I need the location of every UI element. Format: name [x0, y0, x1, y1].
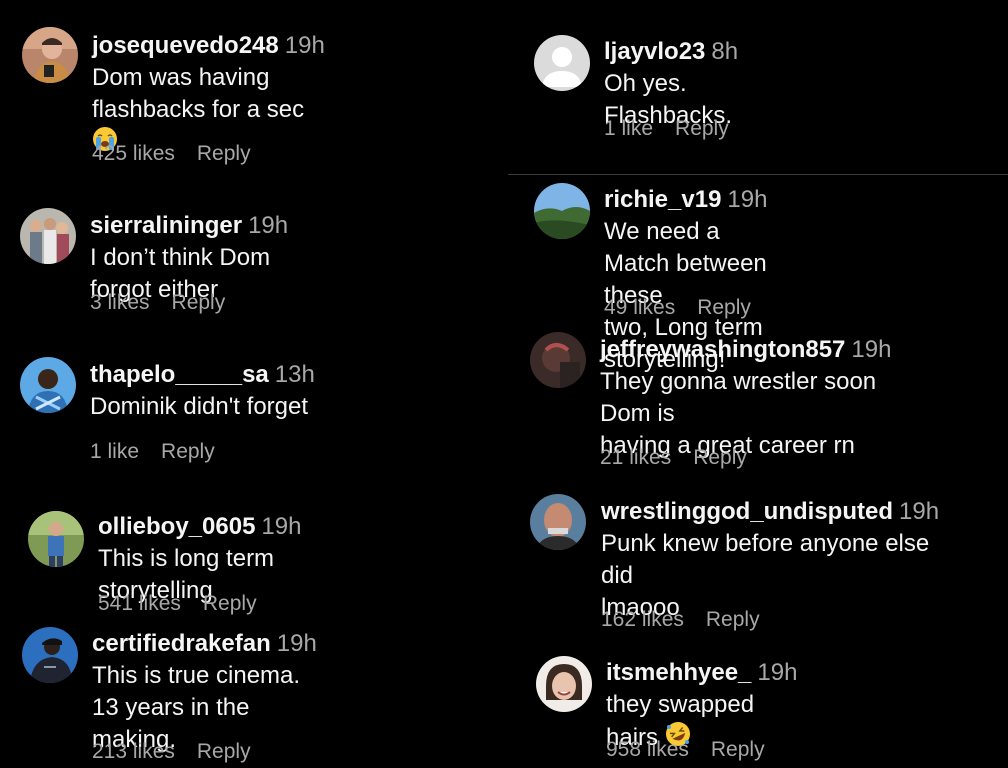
avatar[interactable] [536, 656, 592, 712]
avatar[interactable] [20, 208, 76, 264]
timestamp: 19h [276, 630, 317, 657]
reply-button[interactable]: Reply [675, 117, 729, 140]
avatar[interactable] [530, 332, 586, 388]
likes-count[interactable]: 541 likes [98, 592, 181, 615]
comment-text: Dom was having flashbacks for a sec [92, 64, 305, 123]
timestamp: 19h [284, 32, 325, 59]
avatar[interactable] [534, 183, 590, 239]
avatar[interactable] [20, 357, 76, 413]
username[interactable]: ollieboy_0605 [98, 513, 255, 540]
username[interactable]: wrestlinggod_undisputed [601, 498, 893, 525]
divider [508, 174, 1008, 175]
reply-button[interactable]: Reply [172, 291, 226, 314]
timestamp: 19h [261, 513, 302, 540]
comment-text: Punk knew before anyone else did [601, 530, 930, 589]
avatar[interactable] [28, 511, 84, 567]
username[interactable]: richie_v19 [604, 186, 721, 213]
reply-button[interactable]: Reply [203, 592, 257, 615]
reply-button[interactable]: Reply [697, 296, 751, 319]
username[interactable]: ljayvlo23 [604, 38, 705, 65]
timestamp: 19h [851, 336, 892, 363]
reply-button[interactable]: Reply [197, 740, 251, 763]
username[interactable]: thapelo_____sa [90, 361, 269, 388]
likes-count[interactable]: 49 likes [604, 296, 675, 319]
comment-text: They gonna wrestler soon Dom is [600, 368, 877, 427]
timestamp: 13h [274, 361, 315, 388]
username[interactable]: certifiedrakefan [92, 630, 271, 657]
reply-button[interactable]: Reply [161, 440, 215, 463]
avatar[interactable] [534, 35, 590, 91]
likes-count[interactable]: 21 likes [600, 446, 671, 469]
likes-count[interactable]: 1 like [604, 117, 653, 140]
likes-count[interactable]: 1 like [90, 440, 139, 463]
avatar[interactable] [530, 494, 586, 550]
timestamp: 19h [727, 186, 768, 213]
username[interactable]: sierralininger [90, 212, 242, 239]
comment-text: Dominik didn't forget [90, 393, 309, 420]
username[interactable]: jeffreywashington857 [600, 336, 845, 363]
reply-button[interactable]: Reply [693, 446, 747, 469]
reply-button[interactable]: Reply [706, 608, 760, 631]
timestamp: 19h [899, 498, 940, 525]
reply-button[interactable]: Reply [197, 142, 251, 165]
likes-count[interactable]: 958 likes [606, 738, 689, 761]
likes-count[interactable]: 162 likes [601, 608, 684, 631]
timestamp: 19h [248, 212, 289, 239]
timestamp: 8h [711, 38, 739, 65]
username[interactable]: josequevedo248 [92, 32, 279, 59]
likes-count[interactable]: 425 likes [92, 142, 175, 165]
username[interactable]: itsmehhyee_ [606, 659, 751, 686]
avatar[interactable] [22, 627, 78, 683]
avatar[interactable] [22, 27, 78, 83]
likes-count[interactable]: 213 likes [92, 740, 175, 763]
likes-count[interactable]: 3 likes [90, 291, 150, 314]
reply-button[interactable]: Reply [711, 738, 765, 761]
comment-text: This is true cinema. 13 years in the [92, 662, 301, 721]
timestamp: 19h [757, 659, 798, 686]
